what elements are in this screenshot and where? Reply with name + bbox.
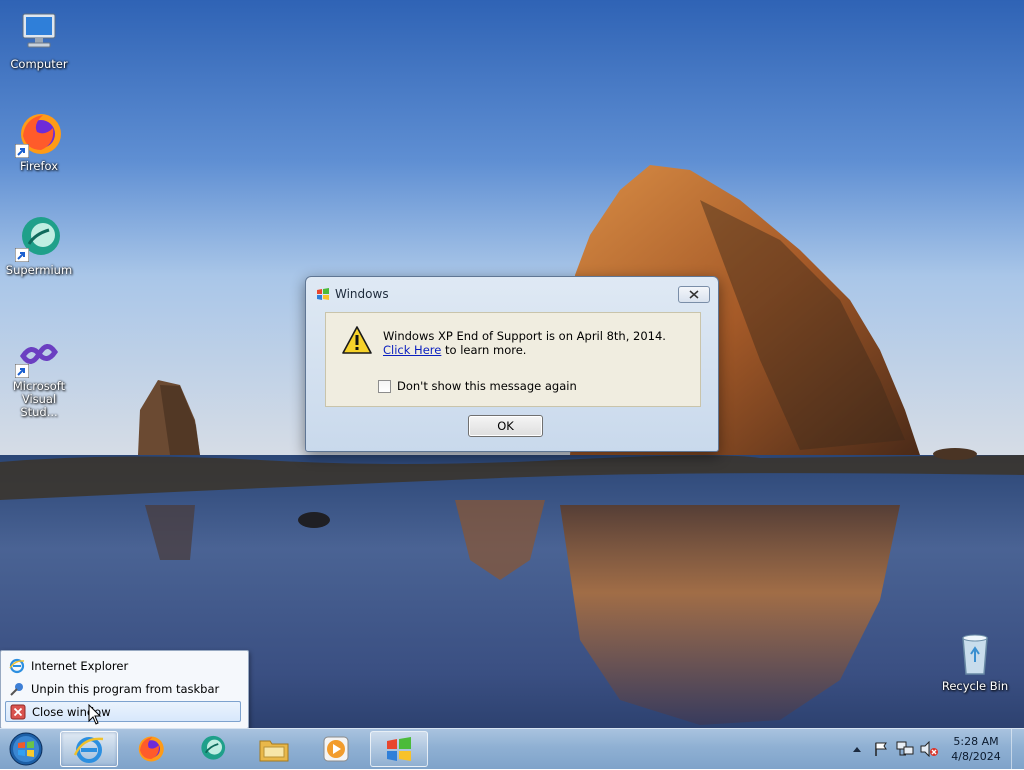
action-center-button[interactable] xyxy=(872,740,890,758)
dont-show-label: Don't show this message again xyxy=(397,379,577,393)
show-hidden-icons-button[interactable] xyxy=(848,740,866,758)
windows-flag-icon xyxy=(317,288,329,300)
start-button[interactable] xyxy=(6,731,46,767)
close-window-icon xyxy=(10,704,26,719)
desktop-icon-recycle-bin[interactable]: Recycle Bin xyxy=(936,630,1014,693)
desktop-icon-label: Microsoft Visual Stud... xyxy=(12,379,66,419)
shortcut-arrow-icon xyxy=(15,248,29,262)
taskbar-button-internet-explorer[interactable] xyxy=(60,731,118,767)
system-tray: 5:28 AM 4/8/2024 xyxy=(845,729,1024,769)
network-icon xyxy=(896,741,914,756)
taskbar-button-firefox[interactable] xyxy=(122,731,178,767)
chevron-up-icon xyxy=(853,747,861,752)
mouse-cursor-icon xyxy=(88,704,102,725)
ok-button[interactable]: OK xyxy=(468,415,543,437)
taskbar-button-supermium[interactable] xyxy=(184,731,240,767)
desktop-icon-label: Recycle Bin xyxy=(941,679,1009,693)
show-desktop-button[interactable] xyxy=(1011,729,1024,769)
clock-date: 4/8/2024 xyxy=(951,750,1001,763)
taskbar-button-windows-explorer[interactable] xyxy=(246,731,302,767)
visual-studio-icon xyxy=(15,330,63,378)
jumplist-item-label: Unpin this program from taskbar xyxy=(31,681,220,696)
volume-muted-icon xyxy=(920,741,938,757)
computer-icon xyxy=(15,8,63,56)
desktop-icon-label: Firefox xyxy=(19,159,59,173)
warning-icon xyxy=(342,326,372,354)
clock-time: 5:28 AM xyxy=(953,735,999,748)
dialog-title: Windows xyxy=(335,287,389,301)
dialog-body: Windows XP End of Support is on April 8t… xyxy=(325,312,701,407)
volume-button[interactable] xyxy=(920,740,938,758)
close-icon xyxy=(689,290,699,299)
taskbar-button-windows-dialog[interactable] xyxy=(370,731,428,767)
dialog-message-text: Windows XP End of Support is on April 8t… xyxy=(383,329,666,343)
recycle-bin-icon xyxy=(951,630,999,678)
desktop-icon-firefox[interactable]: Firefox xyxy=(0,110,78,173)
flag-icon xyxy=(875,742,887,756)
windows-flag-icon xyxy=(387,737,411,761)
desktop-icon-label: Supermium xyxy=(5,263,73,277)
media-player-icon xyxy=(323,736,349,762)
shortcut-arrow-icon xyxy=(15,144,29,158)
dont-show-checkbox[interactable] xyxy=(378,379,391,393)
click-here-link[interactable]: Click Here xyxy=(383,343,441,357)
taskbar-jumplist: Internet Explorer Unpin this program fro… xyxy=(0,650,249,729)
supermium-icon xyxy=(15,214,63,262)
firefox-icon xyxy=(15,110,63,158)
folder-icon xyxy=(259,740,289,762)
taskbar-clock[interactable]: 5:28 AM 4/8/2024 xyxy=(945,734,1007,764)
dialog-message: Windows XP End of Support is on April 8t… xyxy=(383,329,693,357)
dont-show-checkbox-row[interactable]: Don't show this message again xyxy=(378,379,577,393)
firefox-icon xyxy=(138,736,164,762)
dialog-titlebar[interactable]: Windows xyxy=(316,285,389,303)
jumplist-item-unpin[interactable]: Unpin this program from taskbar xyxy=(5,678,241,699)
taskbar: 5:28 AM 4/8/2024 xyxy=(0,728,1024,769)
desktop-icon-label: Computer xyxy=(10,57,68,71)
dialog-message-text-end: to learn more. xyxy=(441,343,527,357)
shortcut-arrow-icon xyxy=(15,364,29,378)
network-button[interactable] xyxy=(896,740,914,758)
windows-orb-icon xyxy=(9,732,43,766)
taskbar-button-media-player[interactable] xyxy=(308,731,364,767)
unpin-icon xyxy=(10,682,23,696)
close-button[interactable] xyxy=(678,286,710,303)
supermium-icon xyxy=(201,735,226,760)
jumplist-item-label: Internet Explorer xyxy=(31,658,129,673)
jumplist-item-close-window[interactable]: Close window xyxy=(5,701,241,722)
desktop-icon-visual-studio[interactable]: Microsoft Visual Stud... xyxy=(0,330,78,419)
ie-icon xyxy=(9,658,25,673)
desktop-icon-computer[interactable]: Computer xyxy=(0,8,78,71)
jumplist-item-internet-explorer[interactable]: Internet Explorer xyxy=(5,655,241,676)
desktop-icon-supermium[interactable]: Supermium xyxy=(0,214,78,277)
windows-dialog: Windows Windows XP End of Support is on … xyxy=(305,276,719,452)
ie-icon xyxy=(73,737,104,763)
